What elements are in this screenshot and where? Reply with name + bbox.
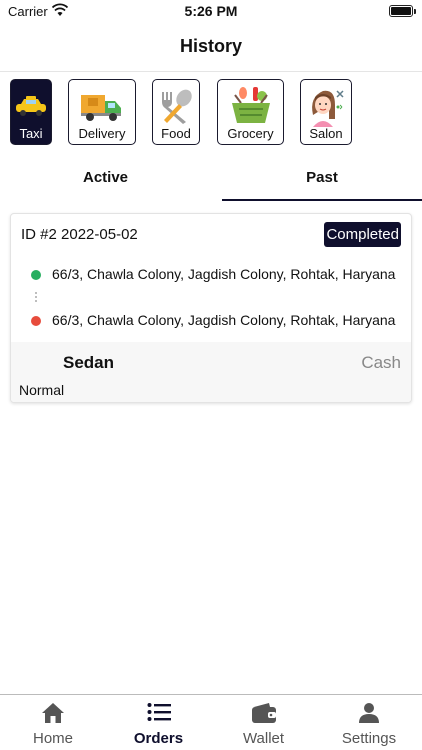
order-details: Sedan Cash Normal [11, 342, 411, 402]
nav-settings[interactable]: Settings [316, 695, 422, 750]
header: History [0, 30, 422, 72]
grocery-basket-icon [218, 84, 283, 128]
category-label: Taxi [19, 126, 43, 141]
category-food[interactable]: Food [152, 79, 200, 145]
tab-past[interactable]: Past [222, 160, 422, 200]
category-salon[interactable]: Salon [300, 79, 352, 145]
nav-wallet[interactable]: Wallet [211, 695, 316, 750]
category-taxi[interactable]: Taxi [10, 79, 52, 145]
category-delivery[interactable]: Delivery [68, 79, 136, 145]
wallet-icon [211, 702, 316, 724]
dropoff-dot-icon [31, 316, 41, 326]
battery-icon [389, 5, 413, 17]
delivery-truck-icon [69, 84, 135, 128]
taxi-icon [11, 84, 51, 128]
battery-cap [414, 9, 416, 14]
user-icon [316, 702, 422, 724]
page-title: History [179, 36, 242, 56]
nav-label: Settings [341, 730, 397, 747]
pickup-address: 66/3, Chawla Colony, Jagdish Colony, Roh… [52, 266, 396, 282]
category-label: Food [161, 126, 191, 141]
category-grocery[interactable]: Grocery [217, 79, 284, 145]
order-card[interactable]: ID #2 2022-05-02 Completed 66/3, Chawla … [10, 213, 412, 403]
vehicle-type: Sedan [63, 353, 115, 372]
route-connector [35, 292, 38, 306]
status-bar: Carrier 5:26 PM [0, 0, 422, 24]
category-label: Grocery [227, 126, 274, 141]
pickup-dot-icon [31, 270, 41, 280]
tab-active[interactable]: Active [0, 160, 211, 200]
category-label: Delivery [78, 126, 126, 141]
history-tabs: Active Past [0, 160, 422, 202]
nav-label: Home [32, 730, 73, 747]
home-icon [0, 702, 106, 724]
clock: 5:26 PM [184, 3, 238, 19]
nav-label: Wallet [242, 730, 285, 747]
ride-type: Normal [19, 382, 65, 398]
category-label: Salon [309, 126, 343, 141]
payment-method: Cash [361, 353, 401, 372]
nav-label: Orders [133, 730, 184, 747]
nav-orders[interactable]: Orders [106, 695, 211, 750]
bottom-nav: Home Orders Wallet Settings [0, 694, 422, 750]
food-utensils-icon [153, 84, 199, 128]
dropoff-address: 66/3, Chawla Colony, Jagdish Colony, Roh… [52, 312, 396, 328]
tab-active-indicator [222, 199, 422, 201]
dropoff-location: 66/3, Chawla Colony, Jagdish Colony, Roh… [31, 311, 401, 331]
pickup-location: 66/3, Chawla Colony, Jagdish Colony, Roh… [31, 265, 401, 285]
order-id: ID #2 2022-05-02 [21, 226, 138, 243]
nav-home[interactable]: Home [0, 695, 106, 750]
status-badge: Completed [324, 222, 401, 247]
salon-icon [301, 84, 351, 128]
list-icon [106, 702, 211, 724]
